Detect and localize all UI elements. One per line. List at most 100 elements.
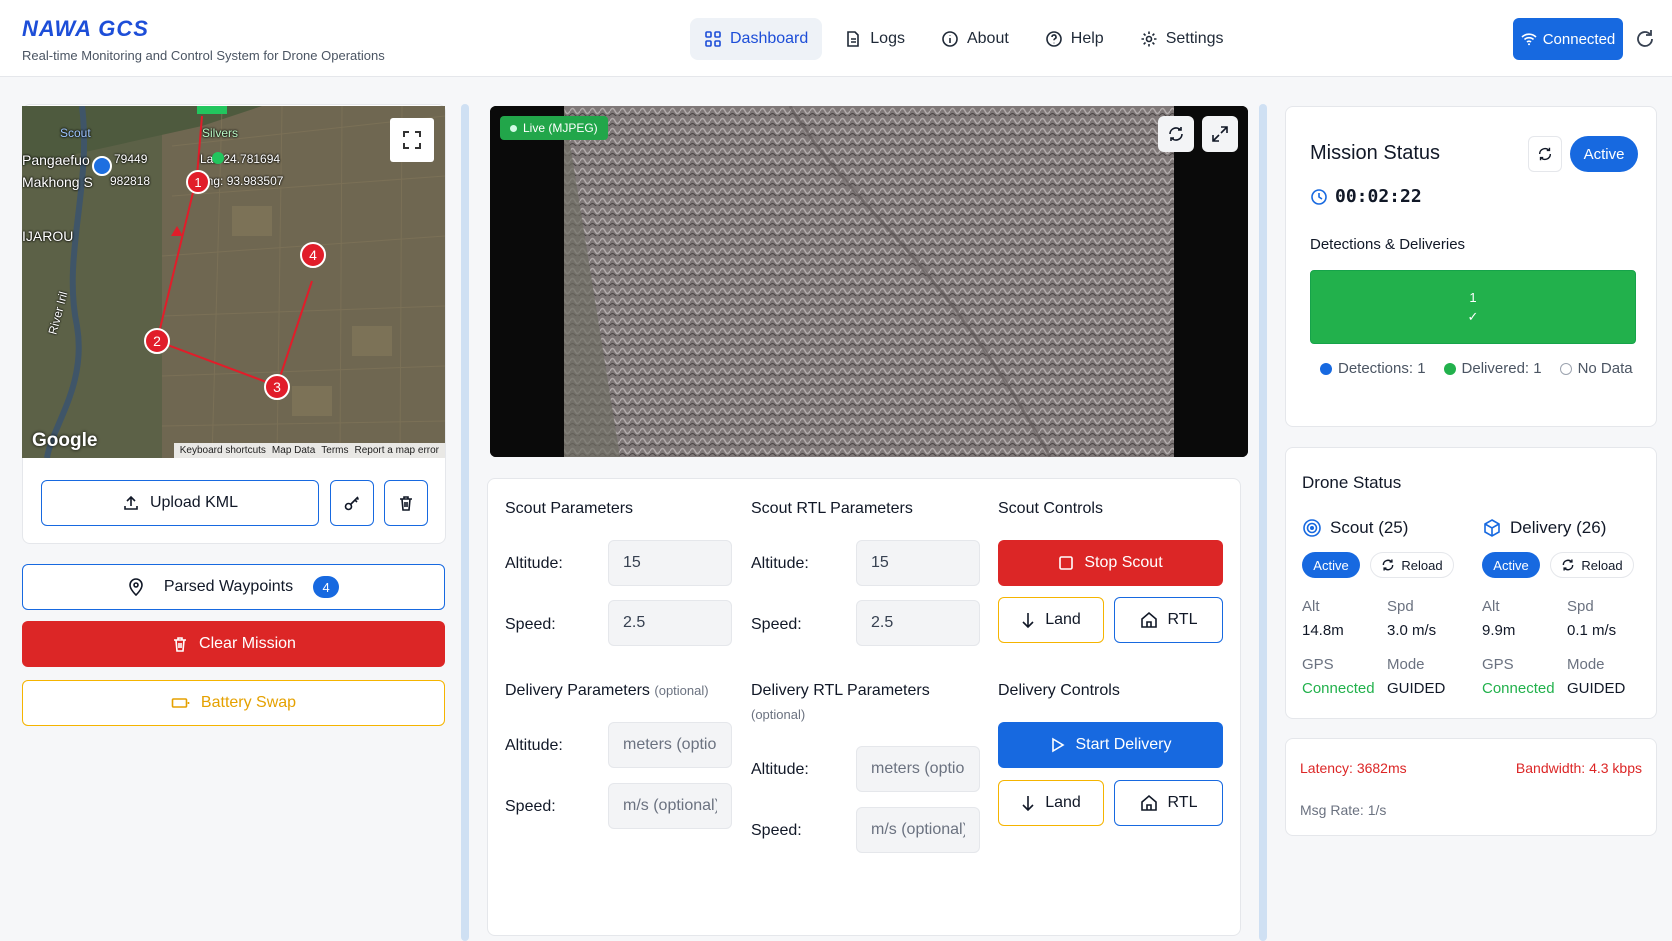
waypoint-marker-2[interactable]: 2 bbox=[144, 328, 170, 354]
delivery-gps-value: Connected bbox=[1482, 680, 1555, 697]
scout-rtl-altitude-input[interactable] bbox=[856, 540, 980, 586]
clear-mission-label: Clear Mission bbox=[199, 635, 296, 652]
stop-scout-button[interactable]: Stop Scout bbox=[998, 540, 1223, 586]
map-fullscreen-button[interactable] bbox=[390, 118, 434, 162]
scout-reload-button[interactable]: Reload bbox=[1370, 552, 1454, 578]
map-keyboard-shortcuts-link[interactable]: Keyboard shortcuts bbox=[180, 445, 266, 456]
live-dot bbox=[510, 124, 517, 132]
detections-bar-check: ✓ bbox=[1467, 308, 1479, 324]
help-icon bbox=[1045, 31, 1062, 47]
delivery-drone-marker[interactable] bbox=[212, 152, 224, 164]
scout-rtl-title: Scout RTL Parameters bbox=[751, 500, 913, 517]
delivery-rtl-altitude-input[interactable] bbox=[856, 746, 980, 792]
delivery-rtl-altitude-label: Altitude: bbox=[751, 761, 809, 778]
delivery-rtl-optional: (optional) bbox=[751, 706, 805, 724]
upload-icon bbox=[124, 495, 138, 510]
battery-swap-label: Battery Swap bbox=[200, 694, 297, 711]
latency-value: Latency: 3682ms bbox=[1300, 760, 1407, 776]
right-panel-resizer[interactable] bbox=[1259, 104, 1267, 941]
connection-button[interactable]: Connected bbox=[1513, 18, 1623, 60]
scout-land-label: Land bbox=[1045, 611, 1081, 628]
map-town-label-1: Pangaefuo bbox=[22, 152, 90, 168]
delivery-rtl-speed-input[interactable] bbox=[856, 807, 980, 853]
delivery-land-button[interactable]: Land bbox=[998, 780, 1104, 826]
main-nav: Dashboard Logs About Help Settings bbox=[690, 18, 1238, 60]
legend-detections-dot bbox=[1320, 362, 1332, 375]
app-header: NAWA GCS Real-time Monitoring and Contro… bbox=[0, 0, 1672, 77]
scout-altitude-input[interactable] bbox=[608, 540, 732, 586]
delivery-speed-input[interactable] bbox=[608, 783, 732, 829]
mission-status-title: Mission Status bbox=[1310, 142, 1441, 164]
map-scout-label: Scout bbox=[60, 126, 91, 140]
nav-settings[interactable]: Settings bbox=[1126, 18, 1238, 60]
battery-icon bbox=[171, 698, 190, 708]
delivery-reload-button[interactable]: Reload bbox=[1550, 552, 1634, 578]
nav-dashboard[interactable]: Dashboard bbox=[690, 18, 823, 60]
scout-rtl-speed-input[interactable] bbox=[856, 600, 980, 646]
waypoint-marker-3[interactable]: 3 bbox=[264, 374, 290, 400]
refresh-icon[interactable] bbox=[1634, 28, 1656, 50]
delivery-rtl-speed-label: Speed: bbox=[751, 822, 802, 839]
scout-land-button[interactable]: Land bbox=[998, 597, 1104, 643]
delivery-spd-value: 0.1 m/s bbox=[1567, 622, 1617, 639]
clear-mission-button[interactable]: Clear Mission bbox=[22, 621, 445, 667]
battery-swap-button[interactable]: Battery Swap bbox=[22, 680, 445, 726]
stop-icon bbox=[1059, 556, 1074, 570]
waypoint-marker-1[interactable]: 1 bbox=[186, 170, 210, 194]
network-stats-card bbox=[1285, 738, 1657, 836]
video-fullscreen-button[interactable] bbox=[1202, 116, 1238, 152]
upload-kml-button[interactable]: Upload KML bbox=[41, 480, 319, 526]
delivery-speed-label: Speed: bbox=[505, 798, 556, 815]
legend-delivered-label: Delivered: 1 bbox=[1461, 360, 1542, 377]
map-data-link[interactable]: Map Data bbox=[272, 445, 315, 456]
map-report-error-link[interactable]: Report a map error bbox=[355, 445, 439, 456]
delivery-rtl-label: RTL bbox=[1167, 794, 1198, 811]
delivery-altitude-input[interactable] bbox=[608, 722, 732, 768]
nav-help[interactable]: Help bbox=[1031, 18, 1118, 60]
delivery-controls-title: Delivery Controls bbox=[998, 682, 1120, 699]
nav-dashboard-label: Dashboard bbox=[730, 30, 809, 47]
mission-map[interactable]: Scout Silvers Pangaefuo Makhong S 79449 … bbox=[22, 106, 445, 458]
map-town-label-2: Makhong S bbox=[22, 174, 93, 190]
delivery-params-title-text: Delivery Parameters bbox=[505, 682, 650, 699]
scout-drone-marker[interactable] bbox=[92, 156, 112, 176]
delivery-params-title: Delivery Parameters (optional) bbox=[505, 682, 709, 700]
delivery-gps-label: GPS bbox=[1482, 656, 1514, 673]
map-terms-link[interactable]: Terms bbox=[321, 445, 348, 456]
start-delivery-button[interactable]: Start Delivery bbox=[998, 722, 1223, 768]
detections-bar[interactable]: 1 ✓ bbox=[1310, 270, 1636, 344]
delivery-altitude-label: Altitude: bbox=[505, 737, 563, 754]
video-refresh-button[interactable] bbox=[1158, 116, 1194, 152]
key-button[interactable] bbox=[330, 480, 374, 526]
delivery-rtl-button[interactable]: RTL bbox=[1114, 780, 1223, 826]
scout-alt-value: 14.8m bbox=[1302, 622, 1344, 639]
parsed-waypoints-button[interactable]: Parsed Waypoints 4 bbox=[22, 564, 445, 610]
nav-about[interactable]: About bbox=[927, 18, 1023, 60]
delivery-drone-name: Delivery (26) bbox=[1510, 518, 1607, 537]
scout-speed-input[interactable] bbox=[608, 600, 732, 646]
drone-status-title: Drone Status bbox=[1302, 473, 1402, 492]
map-silver-label: Silvers bbox=[202, 126, 239, 140]
scout-gps-value: Connected bbox=[1302, 680, 1375, 697]
delivery-active-badge: Active bbox=[1482, 552, 1540, 578]
delivery-reload-label: Reload bbox=[1581, 557, 1623, 573]
mission-refresh-button[interactable] bbox=[1528, 136, 1562, 172]
left-panel-resizer[interactable] bbox=[461, 104, 469, 941]
wifi-icon bbox=[1521, 33, 1537, 46]
scout-mode-label: Mode bbox=[1387, 656, 1425, 673]
arrow-down-icon bbox=[1022, 613, 1034, 629]
detections-deliveries-title: Detections & Deliveries bbox=[1310, 236, 1466, 253]
video-feed[interactable]: Live (MJPEG) bbox=[490, 106, 1248, 457]
legend-nodata-dot bbox=[1559, 362, 1572, 375]
nav-logs-label: Logs bbox=[870, 30, 905, 47]
waypoint-marker-4[interactable]: 4 bbox=[300, 242, 326, 268]
scout-gps-label: GPS bbox=[1302, 656, 1334, 673]
delivery-active-text: Active bbox=[1493, 557, 1529, 573]
mission-timer: 00:02:22 bbox=[1335, 186, 1422, 207]
legend-delivered-dot bbox=[1443, 362, 1456, 375]
scout-rtl-button[interactable]: RTL bbox=[1114, 597, 1223, 643]
detections-legend: Detections: 1 Delivered: 1 No Data bbox=[1320, 360, 1633, 377]
google-logo: Google bbox=[32, 430, 98, 451]
nav-logs[interactable]: Logs bbox=[830, 18, 919, 60]
delete-kml-button[interactable] bbox=[384, 480, 428, 526]
